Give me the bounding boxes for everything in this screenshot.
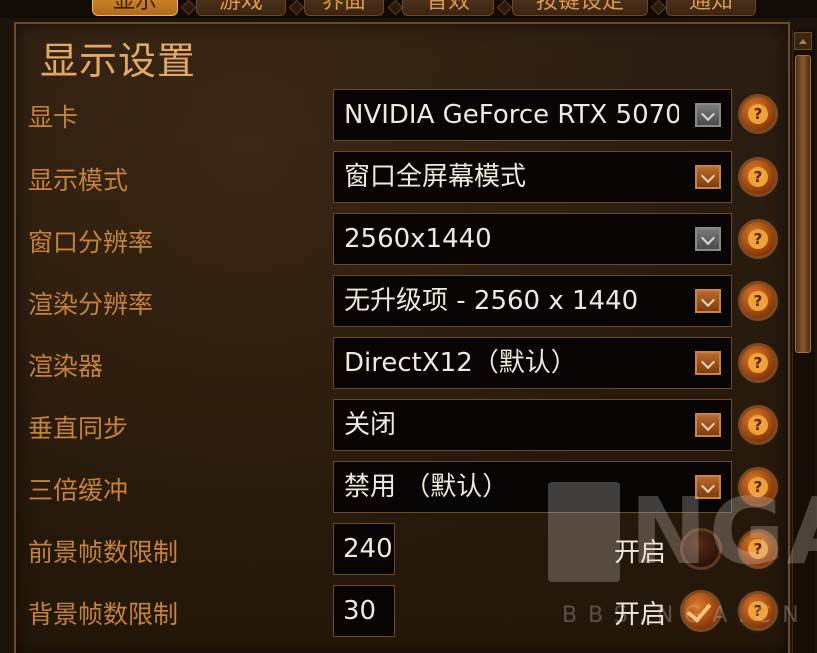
window-resolution-select[interactable]: 2560x1440 (333, 213, 732, 265)
chevron-down-icon[interactable] (695, 165, 721, 189)
question-icon: ? (748, 104, 768, 124)
select-value: DirectX12（默认） (344, 348, 577, 378)
question-icon: ? (748, 167, 768, 187)
chevron-down-icon[interactable] (695, 103, 721, 127)
row-label-renderer: 渲染器 (28, 352, 104, 381)
chevron-down-icon[interactable] (695, 289, 721, 313)
tab-separator (180, 0, 197, 16)
question-icon: ? (748, 291, 768, 311)
foreground-fps-input[interactable]: 240 (333, 523, 395, 575)
tab-separator (650, 0, 667, 16)
tab-separator (496, 0, 513, 16)
renderer-select[interactable]: DirectX12（默认） (333, 337, 732, 389)
select-value: 2560x1440 (344, 224, 492, 254)
tab-separator (288, 0, 305, 16)
watermark-text: NGA (630, 478, 817, 585)
chevron-down-icon[interactable] (695, 351, 721, 375)
tab-separator (387, 0, 404, 16)
help-button[interactable]: ? (738, 343, 778, 383)
help-button[interactable]: ? (738, 157, 778, 197)
tab-keybindings[interactable]: 按键设定 (512, 0, 648, 16)
watermark-logo: NGA (548, 482, 817, 582)
paw-icon (548, 482, 620, 582)
vsync-select[interactable]: 关闭 (333, 399, 732, 451)
question-icon: ? (748, 353, 768, 373)
row-label-render-resolution: 渲染分辨率 (28, 290, 154, 319)
background-fps-input[interactable]: 30 (333, 585, 395, 637)
row-label-display-mode: 显示模式 (28, 166, 129, 195)
help-button[interactable]: ? (738, 405, 778, 445)
select-value: 窗口全屏幕模式 (344, 162, 527, 192)
tab-notifications[interactable]: 通知 (666, 0, 756, 16)
scrollbar-thumb[interactable] (795, 55, 811, 353)
scroll-up-arrow-icon[interactable] (794, 32, 812, 50)
row-label-background-fps: 背景帧数限制 (28, 600, 179, 629)
page-title: 显示设置 (40, 39, 197, 83)
row-label-vsync: 垂直同步 (28, 414, 129, 443)
chevron-down-icon[interactable] (695, 413, 721, 437)
watermark-site: BBS.NGA.CN (562, 603, 810, 628)
select-value: NVIDIA GeForce RTX 5070 (344, 100, 679, 130)
tab-interface[interactable]: 界面 (304, 0, 384, 16)
tab-game[interactable]: 游戏 (196, 0, 286, 16)
row-label-gpu: 显卡 (28, 103, 79, 132)
row-label-triple-buffering: 三倍缓冲 (28, 476, 129, 505)
tab-audio[interactable]: 音效 (402, 0, 494, 16)
help-button[interactable]: ? (738, 219, 778, 259)
render-resolution-select[interactable]: 无升级项 - 2560 x 1440 (333, 275, 732, 327)
gpu-select[interactable]: NVIDIA GeForce RTX 5070 (333, 89, 732, 141)
chevron-down-icon[interactable] (695, 227, 721, 251)
help-button[interactable]: ? (738, 94, 778, 134)
question-icon: ? (748, 229, 768, 249)
row-label-foreground-fps: 前景帧数限制 (28, 538, 179, 567)
question-icon: ? (748, 415, 768, 435)
display-mode-select[interactable]: 窗口全屏幕模式 (333, 151, 732, 203)
tab-display[interactable]: 显示 (92, 0, 178, 16)
select-value: 关闭 (344, 410, 397, 440)
row-label-window-resolution: 窗口分辨率 (28, 228, 154, 257)
select-value: 无升级项 - 2560 x 1440 (344, 286, 639, 316)
tab-strip: 显示 游戏 界面 音效 按键设定 通知 (0, 0, 817, 18)
help-button[interactable]: ? (738, 281, 778, 321)
